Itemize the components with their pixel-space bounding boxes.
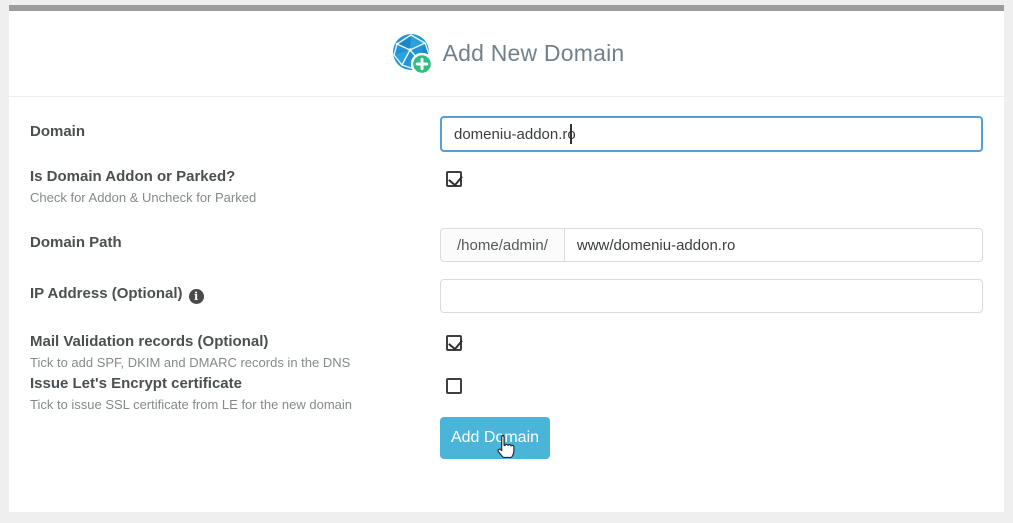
domain-path-prefix: /home/admin/ — [441, 229, 565, 261]
domain-path-label: Domain Path — [30, 234, 122, 251]
addon-parked-checkbox[interactable] — [446, 171, 462, 187]
lets-encrypt-label-group: Issue Let's Encrypt certificate Tick to … — [30, 375, 430, 413]
ip-address-input[interactable] — [440, 279, 983, 313]
domain-input[interactable] — [440, 116, 983, 152]
page-background: Add New Domain Domain Is Domain Addon or… — [0, 0, 1013, 523]
mail-validation-checkbox[interactable] — [446, 335, 462, 351]
panel-header: Add New Domain — [9, 11, 1004, 97]
addon-parked-label-group: Is Domain Addon or Parked? Check for Add… — [30, 168, 430, 206]
domain-path-input[interactable] — [564, 229, 982, 261]
ip-address-label: IP Address (Optional) — [30, 285, 183, 302]
lets-encrypt-helper: Tick to issue SSL certificate from LE fo… — [30, 397, 353, 412]
lets-encrypt-checkbox[interactable] — [446, 378, 462, 394]
ip-address-label-group: IP Address (Optional) i — [30, 285, 204, 304]
mail-validation-label-group: Mail Validation records (Optional) Tick … — [30, 333, 430, 371]
info-icon: i — [188, 289, 204, 304]
add-domain-button[interactable]: Add Domain — [440, 417, 550, 459]
mail-validation-helper: Tick to add SPF, DKIM and DMARC records … — [30, 355, 351, 370]
domain-path-group: /home/admin/ — [440, 228, 983, 262]
page-title: Add New Domain — [442, 40, 625, 66]
mail-validation-label: Mail Validation records (Optional) — [30, 333, 269, 350]
lets-encrypt-label: Issue Let's Encrypt certificate — [30, 375, 242, 392]
add-domain-panel: Add New Domain Domain Is Domain Addon or… — [9, 5, 1004, 512]
addon-parked-helper: Check for Addon & Uncheck for Parked — [30, 190, 257, 205]
addon-parked-label: Is Domain Addon or Parked? — [30, 168, 236, 185]
domain-input-wrap — [440, 116, 983, 152]
globe-add-icon — [389, 31, 435, 77]
domain-label: Domain — [30, 123, 86, 140]
text-caret — [570, 124, 572, 144]
